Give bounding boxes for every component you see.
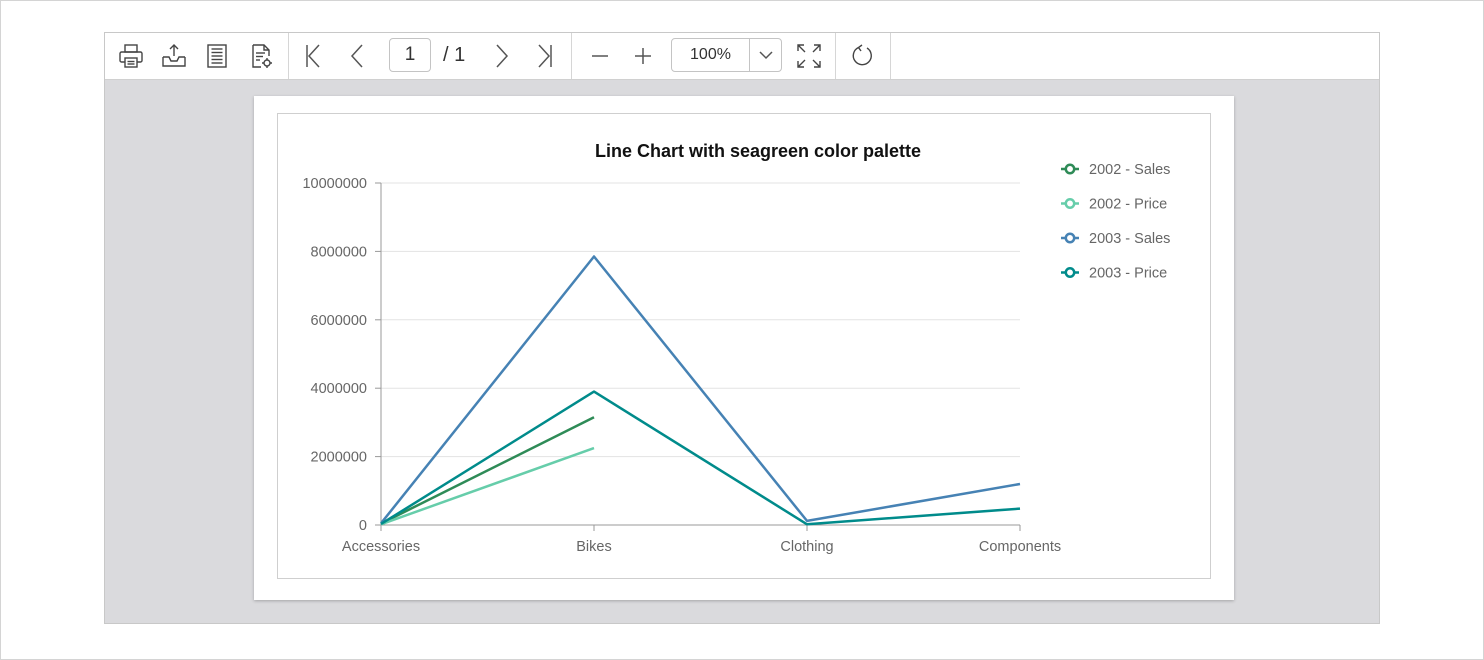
legend-item[interactable]: 2003 - Sales: [1061, 231, 1170, 247]
legend: 2002 - Sales 2002 - Price 2003 - Sales 2003…: [1061, 162, 1170, 282]
parameters-icon: [252, 44, 272, 68]
x-tick-label: Bikes: [576, 539, 611, 555]
toolbar-separator: [835, 33, 836, 79]
export-icon: [162, 44, 186, 67]
legend-item[interactable]: 2002 - Price: [1061, 197, 1167, 213]
series-line: [380, 390, 1021, 526]
line-chart: 10000000 8000000 6000000 4000000 2000000 0 Acc…: [302, 141, 1170, 555]
zoom-dropdown-button[interactable]: [749, 39, 782, 71]
legend-label: 2003 - Sales: [1089, 231, 1170, 247]
current-page-input[interactable]: [389, 38, 431, 72]
export-button[interactable]: [158, 41, 190, 71]
report-page: 10000000 8000000 6000000 4000000 2000000 0 Acc…: [254, 96, 1234, 600]
refresh-button[interactable]: [846, 41, 878, 71]
last-page-icon: [538, 44, 552, 68]
fit-page-icon: [797, 44, 821, 68]
zoom-value: 100%: [690, 46, 731, 63]
print-button[interactable]: [115, 41, 147, 71]
previous-page-button[interactable]: [341, 41, 373, 71]
zoom-in-button[interactable]: [627, 41, 659, 71]
previous-page-icon: [350, 44, 363, 68]
report-viewer: / 1 100%: [104, 32, 1380, 624]
x-tick-label: Accessories: [342, 539, 420, 555]
gridlines: [381, 182, 1020, 526]
legend-item[interactable]: 2002 - Sales: [1061, 162, 1170, 178]
chevron-down-icon: [759, 51, 773, 60]
series-lines: [380, 255, 1021, 526]
y-tick-label: 6000000: [311, 313, 367, 329]
toolbar-separator: [288, 33, 289, 79]
x-tick-label: Components: [979, 539, 1061, 555]
page-setup-icon: [207, 44, 227, 68]
first-page-button[interactable]: [297, 41, 329, 71]
total-pages-label: / 1: [443, 44, 466, 66]
legend-circle-marker: [1064, 267, 1076, 278]
print-icon: [119, 44, 143, 68]
series-line: [380, 446, 595, 526]
legend-label: 2002 - Price: [1089, 197, 1167, 213]
y-tick-label: 4000000: [311, 381, 367, 397]
parameters-button[interactable]: [245, 41, 277, 71]
zoom-out-button[interactable]: [584, 41, 616, 71]
series-line: [380, 255, 1021, 525]
legend-label: 2002 - Sales: [1089, 162, 1170, 178]
x-tick-label: Clothing: [780, 539, 833, 555]
page-setup-button[interactable]: [201, 41, 233, 71]
fit-page-button[interactable]: [793, 41, 825, 71]
y-tick-label: 8000000: [311, 244, 367, 260]
next-page-button[interactable]: [486, 41, 518, 71]
y-tick-label: 10000000: [302, 176, 367, 192]
toolbar-separator: [571, 33, 572, 79]
legend-circle-marker: [1064, 198, 1076, 209]
zoom-select[interactable]: 100%: [671, 38, 782, 72]
legend-label: 2003 - Price: [1089, 266, 1167, 282]
next-page-icon: [496, 44, 509, 68]
last-page-button[interactable]: [529, 41, 561, 71]
chart-container: 10000000 8000000 6000000 4000000 2000000 0 Acc…: [277, 113, 1211, 579]
zoom-in-icon: [635, 48, 651, 64]
chart-title: Line Chart with seagreen color palette: [595, 141, 921, 161]
first-page-icon: [306, 44, 320, 68]
legend-circle-marker: [1064, 232, 1076, 244]
toolbar-separator: [890, 33, 891, 79]
legend-item[interactable]: 2003 - Price: [1061, 266, 1167, 282]
legend-circle-marker: [1064, 163, 1076, 175]
y-tick-label: 0: [359, 518, 367, 534]
series-line: [380, 416, 595, 525]
y-tick-label: 2000000: [311, 450, 367, 466]
refresh-icon: [852, 44, 872, 66]
zoom-out-icon: [592, 55, 608, 57]
toolbar: / 1 100%: [105, 33, 1379, 80]
